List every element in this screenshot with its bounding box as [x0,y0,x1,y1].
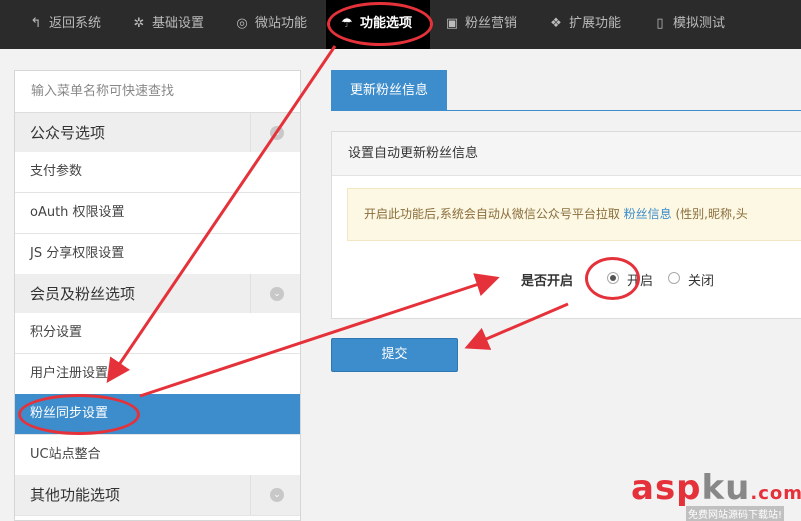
arrow-radio-to-submit [464,302,569,350]
arrow-nav-to-sidebar [106,45,337,383]
watermark-asp: asp [631,468,702,508]
watermark-brand: aspku.com [631,468,801,508]
arrow-sidebar-to-field [139,273,500,398]
watermark-logo: aspku.com 免费网站源码下载站! [631,468,801,521]
watermark-dotcom: .com [750,483,801,504]
watermark-tagline: 免费网站源码下载站! [686,506,785,521]
annotation-arrows [106,45,569,398]
watermark-ku: ku [701,468,751,508]
